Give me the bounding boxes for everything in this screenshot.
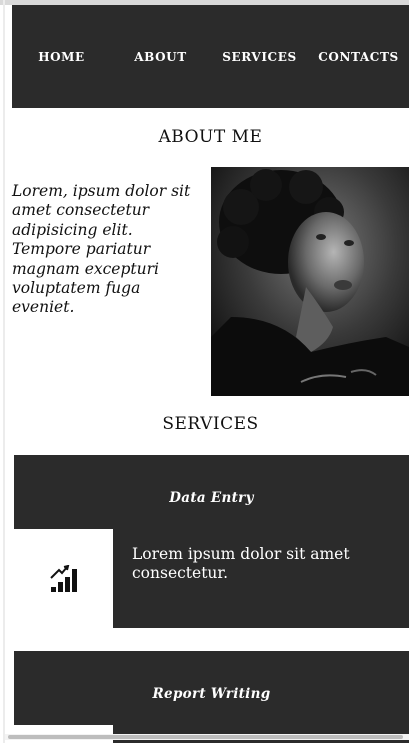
service-card-icon-box: [14, 529, 113, 629]
service-card-title: Data Entry: [169, 490, 254, 506]
nav-link-services[interactable]: SERVICES: [210, 50, 309, 64]
portrait-photo-illustration: [211, 167, 409, 396]
nav-link-about[interactable]: ABOUT: [111, 50, 210, 64]
services-heading: SERVICES: [162, 414, 259, 434]
service-card-data-entry: Data Entry Lorem ipsum dolor sit amet co…: [14, 455, 409, 629]
about-text: Lorem, ipsum dolor sit amet consectetur …: [12, 182, 191, 317]
nav-link-contacts[interactable]: CONTACTS: [309, 50, 408, 64]
service-card-report-writing: Report Writing: [14, 651, 409, 743]
horizontal-scrollbar[interactable]: [5, 734, 409, 740]
service-card-title: Report Writing: [152, 686, 271, 702]
nav-link-home[interactable]: HOME: [12, 50, 111, 64]
service-card-description: Lorem ipsum dolor sit amet consectetur.: [132, 545, 350, 582]
signal-bars-icon: [49, 565, 77, 592]
portrait-photo: [211, 167, 409, 396]
scrollbar-thumb[interactable]: [8, 735, 403, 739]
main-navigation: HOME ABOUT SERVICES CONTACTS: [12, 5, 409, 108]
about-heading: ABOUT ME: [158, 127, 263, 147]
left-edge-divider: [3, 0, 5, 743]
